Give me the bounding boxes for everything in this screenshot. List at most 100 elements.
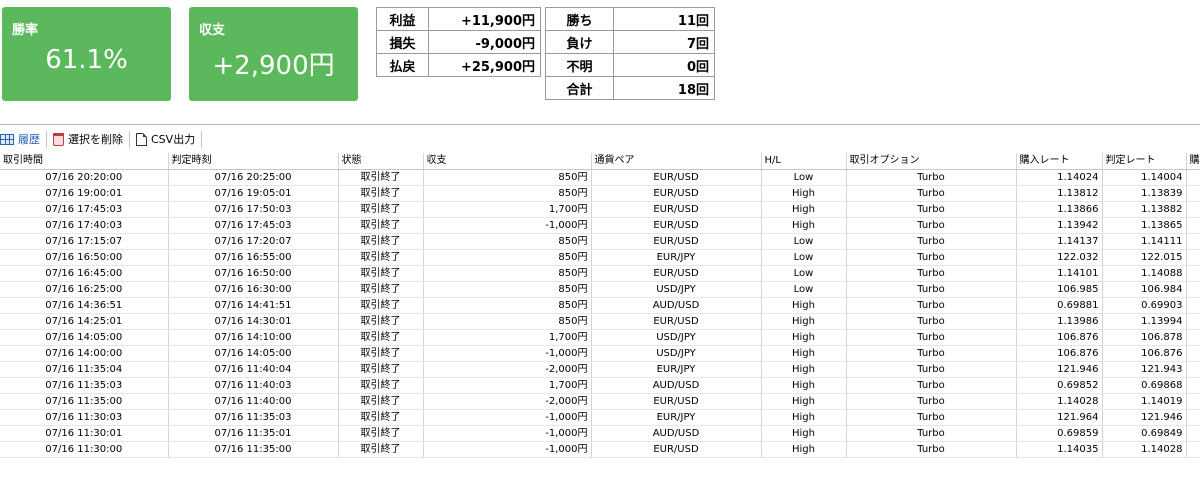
- purchase-rate-cell: 106.876: [1016, 345, 1103, 362]
- column-header-judge-rate[interactable]: 判定レート: [1102, 153, 1187, 170]
- trade-time-cell: 07/16 11:30:03: [0, 409, 169, 426]
- grid-icon: [0, 133, 14, 145]
- column-header-high-low[interactable]: H/L: [761, 153, 847, 170]
- history-button[interactable]: 履歴: [0, 129, 46, 149]
- history-label: 履歴: [18, 133, 40, 146]
- column-header-judge-time[interactable]: 判定時刻: [168, 153, 339, 170]
- high-low-cell: High: [761, 329, 847, 346]
- trade-option-cell: Turbo: [846, 409, 1017, 426]
- table-row[interactable]: 07/16 14:05:00 07/16 14:10:00 取引終了 1,700円 US…: [0, 329, 1200, 346]
- trade-time-cell: 07/16 17:45:03: [0, 201, 169, 218]
- judge-time-cell: 07/16 19:05:01: [168, 185, 339, 202]
- table-row[interactable]: 07/16 11:35:03 07/16 11:40:03 取引終了 1,700円 AU…: [0, 377, 1200, 394]
- purchase-rate-cell: 1.14137: [1016, 233, 1103, 250]
- judge-time-cell: 07/16 16:30:00: [168, 281, 339, 298]
- trade-option-cell: Turbo: [846, 233, 1017, 250]
- table-row[interactable]: 07/16 17:45:03 07/16 17:50:03 取引終了 1,700円 EU…: [0, 201, 1200, 218]
- column-header-purchase-rate[interactable]: 購入レート: [1016, 153, 1103, 170]
- table-row[interactable]: 07/16 11:30:01 07/16 11:35:01 取引終了 -1,000円 A…: [0, 425, 1200, 442]
- judge-time-cell: 07/16 16:50:00: [168, 265, 339, 282]
- trade-option-cell: Turbo: [846, 377, 1017, 394]
- trade-option-cell: Turbo: [846, 329, 1017, 346]
- overflow-cell: [1186, 249, 1200, 266]
- purchase-rate-cell: 1.13986: [1016, 313, 1103, 330]
- column-header-status[interactable]: 状態: [338, 153, 424, 170]
- overflow-cell: [1186, 297, 1200, 314]
- high-low-cell: High: [761, 377, 847, 394]
- summary-key: 利益: [376, 7, 429, 31]
- high-low-cell: Low: [761, 265, 847, 282]
- trade-time-cell: 07/16 16:25:00: [0, 281, 169, 298]
- pnl-cell: -2,000円: [423, 361, 592, 378]
- table-row[interactable]: 07/16 11:30:03 07/16 11:35:03 取引終了 -1,000円 E…: [0, 409, 1200, 426]
- high-low-cell: High: [761, 185, 847, 202]
- delete-selected-button[interactable]: 選択を削除: [47, 129, 129, 149]
- status-cell: 取引終了: [338, 361, 424, 378]
- summary-key: 負け: [545, 30, 614, 54]
- trade-option-cell: Turbo: [846, 297, 1017, 314]
- pnl-cell: -1,000円: [423, 217, 592, 234]
- high-low-cell: High: [761, 217, 847, 234]
- judge-rate-cell: 106.876: [1102, 345, 1187, 362]
- table-row[interactable]: 07/16 17:40:03 07/16 17:45:03 取引終了 -1,000円 E…: [0, 217, 1200, 234]
- trade-time-cell: 07/16 11:30:00: [0, 441, 169, 458]
- purchase-rate-cell: 1.13866: [1016, 201, 1103, 218]
- column-header-pnl[interactable]: 収支: [423, 153, 592, 170]
- table-row[interactable]: 07/16 11:30:00 07/16 11:35:00 取引終了 -1,000円 E…: [0, 441, 1200, 458]
- table-row[interactable]: 07/16 16:25:00 07/16 16:30:00 取引終了 850円 USD/…: [0, 281, 1200, 298]
- overflow-cell: [1186, 185, 1200, 202]
- purchase-rate-cell: 106.985: [1016, 281, 1103, 298]
- column-header-trade-time[interactable]: 取引時間: [0, 153, 169, 170]
- overflow-cell: [1186, 425, 1200, 442]
- table-row[interactable]: 07/16 11:35:00 07/16 11:40:00 取引終了 -2,000円 E…: [0, 393, 1200, 410]
- pnl-cell: 1,700円: [423, 201, 592, 218]
- trade-option-cell: Turbo: [846, 265, 1017, 282]
- table-row[interactable]: 07/16 14:36:51 07/16 14:41:51 取引終了 850円 AUD/…: [0, 297, 1200, 314]
- column-header-currency-pair[interactable]: 通貨ペア: [591, 153, 762, 170]
- status-cell: 取引終了: [338, 249, 424, 266]
- table-row[interactable]: 07/16 20:20:00 07/16 20:25:00 取引終了 850円 EUR/…: [0, 169, 1200, 186]
- judge-time-cell: 07/16 20:25:00: [168, 169, 339, 186]
- table-row[interactable]: 07/16 11:35:04 07/16 11:40:04 取引終了 -2,000円 E…: [0, 361, 1200, 378]
- trade-time-cell: 07/16 20:20:00: [0, 169, 169, 186]
- trade-option-cell: Turbo: [846, 441, 1017, 458]
- status-cell: 取引終了: [338, 217, 424, 234]
- overflow-cell: [1186, 233, 1200, 250]
- judge-rate-cell: 1.13994: [1102, 313, 1187, 330]
- table-row[interactable]: 07/16 14:00:00 07/16 14:05:00 取引終了 -1,000円 U…: [0, 345, 1200, 362]
- currency-pair-cell: EUR/USD: [591, 441, 762, 458]
- currency-pair-cell: AUD/USD: [591, 377, 762, 394]
- judge-rate-cell: 1.14004: [1102, 169, 1187, 186]
- table-row[interactable]: 07/16 14:25:01 07/16 14:30:01 取引終了 850円 EUR/…: [0, 313, 1200, 330]
- pnl-cell: 1,700円: [423, 329, 592, 346]
- trade-time-cell: 07/16 14:05:00: [0, 329, 169, 346]
- table-row[interactable]: 07/16 17:15:07 07/16 17:20:07 取引終了 850円 EUR/…: [0, 233, 1200, 250]
- table-row[interactable]: 07/16 16:50:00 07/16 16:55:00 取引終了 850円 EUR/…: [0, 249, 1200, 266]
- judge-time-cell: 07/16 11:35:03: [168, 409, 339, 426]
- pnl-cell: -2,000円: [423, 393, 592, 410]
- status-cell: 取引終了: [338, 233, 424, 250]
- purchase-rate-cell: 1.14035: [1016, 441, 1103, 458]
- overflow-cell: [1186, 329, 1200, 346]
- high-low-cell: High: [761, 409, 847, 426]
- csv-export-button[interactable]: CSV出力: [130, 129, 201, 149]
- summary-row-loss: 損失 -9,000円: [376, 30, 541, 54]
- pnl-cell: 850円: [423, 297, 592, 314]
- summary-value: 11回: [613, 7, 715, 31]
- pnl-cell: -1,000円: [423, 409, 592, 426]
- high-low-cell: High: [761, 345, 847, 362]
- purchase-rate-cell: 121.946: [1016, 361, 1103, 378]
- trade-history-grid: 取引時間 判定時刻 状態 収支 通貨ペア H/L 取引オプション 購入レート 判定レート購 07…: [0, 153, 1200, 458]
- table-row[interactable]: 07/16 16:45:00 07/16 16:50:00 取引終了 850円 EUR/…: [0, 265, 1200, 282]
- overflow-cell: [1186, 201, 1200, 218]
- table-row[interactable]: 07/16 19:00:01 07/16 19:05:01 取引終了 850円 EUR/…: [0, 185, 1200, 202]
- purchase-rate-cell: 0.69881: [1016, 297, 1103, 314]
- pnl-cell: 1,700円: [423, 377, 592, 394]
- column-header-trade-option[interactable]: 取引オプション: [846, 153, 1017, 170]
- judge-time-cell: 07/16 11:40:04: [168, 361, 339, 378]
- purchase-rate-cell: 0.69859: [1016, 425, 1103, 442]
- summary-key: 合計: [545, 76, 614, 100]
- judge-rate-cell: 1.14088: [1102, 265, 1187, 282]
- column-header-purchase-more[interactable]: 購: [1186, 153, 1200, 170]
- judge-rate-cell: 0.69903: [1102, 297, 1187, 314]
